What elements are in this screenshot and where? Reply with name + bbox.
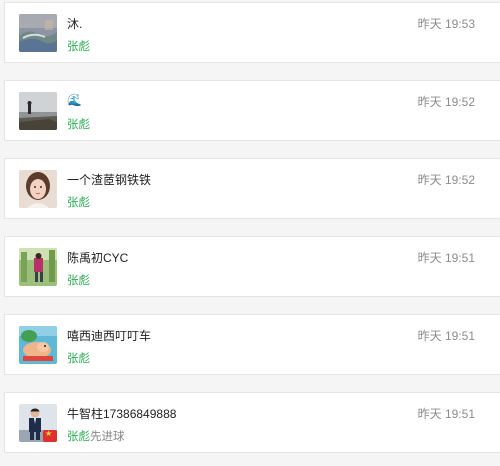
author-name: 张彪 bbox=[67, 353, 90, 365]
timestamp: 昨天 19:52 bbox=[417, 95, 475, 109]
list-item[interactable]: ★ 牛智柱17386849888 张彪先进球 昨天 19:51 bbox=[4, 392, 500, 453]
list-item[interactable]: 🌊 张彪 昨天 19:52 bbox=[4, 80, 500, 141]
timestamp: 昨天 19:51 bbox=[417, 407, 475, 421]
timestamp: 昨天 19:52 bbox=[417, 173, 475, 187]
portrait-avatar-icon[interactable] bbox=[19, 170, 57, 208]
author-name: 张彪 bbox=[67, 431, 90, 443]
cartoon-avatar-icon[interactable] bbox=[19, 326, 57, 364]
message-preview: 张彪 bbox=[67, 272, 90, 288]
contact-name: 陈禹初CYC bbox=[67, 251, 129, 265]
timestamp: 昨天 19:51 bbox=[417, 329, 475, 343]
outdoor-avatar-icon[interactable] bbox=[19, 248, 57, 286]
contact-name: 牛智柱17386849888 bbox=[67, 407, 177, 421]
flag-icon: ★ bbox=[43, 430, 57, 442]
contact-name: 嘻西迪西叮叮车 bbox=[67, 329, 152, 343]
message-preview: 张彪 bbox=[67, 194, 90, 210]
message-preview: 张彪 bbox=[67, 116, 90, 132]
author-name: 张彪 bbox=[67, 275, 90, 287]
timestamp: 昨天 19:53 bbox=[417, 17, 475, 31]
author-name: 张彪 bbox=[67, 197, 90, 209]
message-preview: 张彪 bbox=[67, 38, 90, 54]
chat-list: 沐. 张彪 昨天 19:53 🌊 张彪 昨天 19:52 一个渣茝钢铁铁 张彪 … bbox=[0, 0, 500, 466]
list-item[interactable]: 沐. 张彪 昨天 19:53 bbox=[4, 2, 500, 63]
timestamp: 昨天 19:51 bbox=[417, 251, 475, 265]
status-text: 先进球 bbox=[90, 431, 125, 443]
author-name: 张彪 bbox=[67, 41, 90, 53]
list-item[interactable]: 陈禹初CYC 张彪 昨天 19:51 bbox=[4, 236, 500, 297]
list-item[interactable]: 嘻西迪西叮叮车 张彪 昨天 19:51 bbox=[4, 314, 500, 375]
contact-name: 一个渣茝钢铁铁 bbox=[67, 173, 152, 187]
message-preview: 张彪 bbox=[67, 350, 90, 366]
contact-name: 沐. bbox=[67, 17, 83, 31]
list-item[interactable]: 一个渣茝钢铁铁 张彪 昨天 19:52 bbox=[4, 158, 500, 219]
contact-name: 🌊 bbox=[67, 93, 82, 107]
beach-avatar-icon[interactable] bbox=[19, 92, 57, 130]
message-preview: 张彪先进球 bbox=[67, 428, 125, 444]
landscape-avatar-icon[interactable] bbox=[19, 14, 57, 52]
author-name: 张彪 bbox=[67, 119, 90, 131]
